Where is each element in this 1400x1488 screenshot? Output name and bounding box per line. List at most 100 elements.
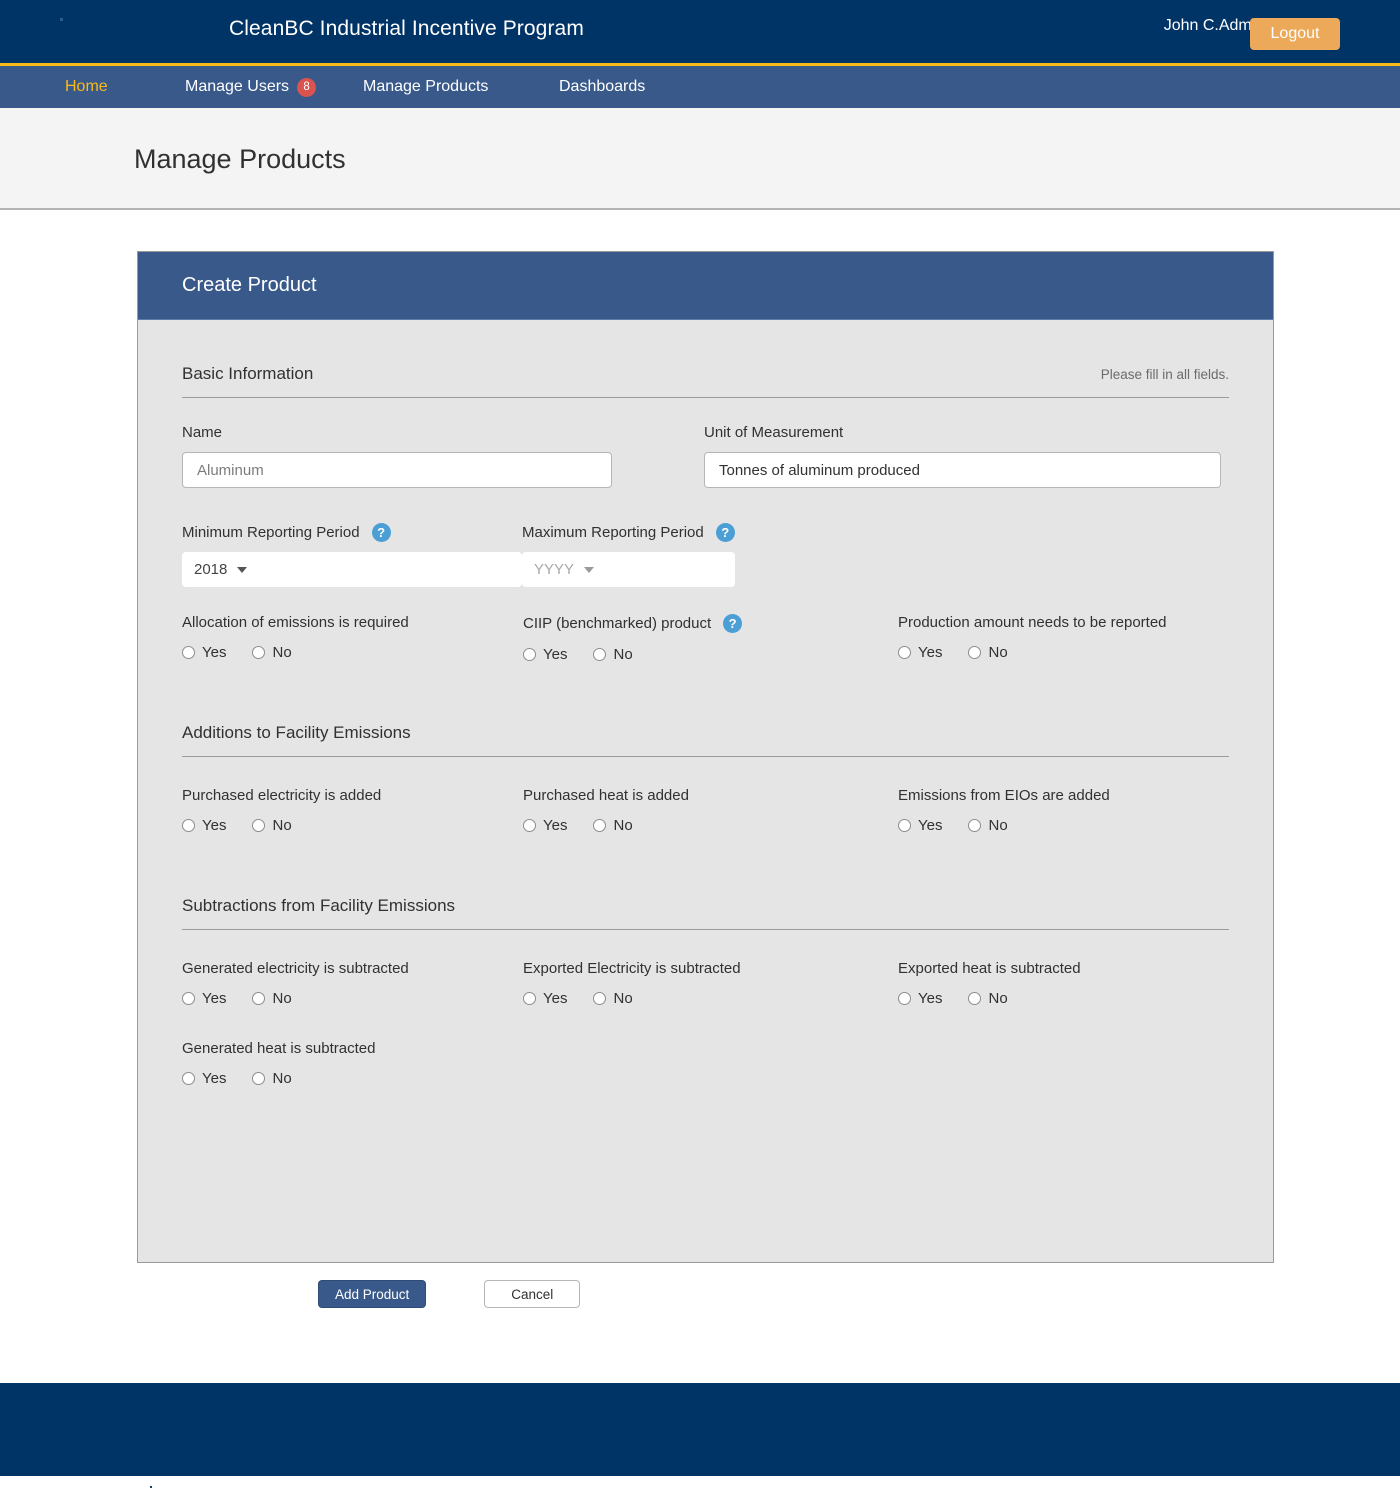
site-footer bbox=[0, 1383, 1400, 1488]
radio-purchased-electricity-no[interactable]: No bbox=[252, 817, 292, 834]
card-body: Basic Information Please fill in all fie… bbox=[138, 320, 1273, 1308]
name-input[interactable] bbox=[182, 452, 612, 488]
radio-purchased-electricity-yes[interactable]: Yes bbox=[182, 817, 226, 834]
nav-item-label: Home bbox=[65, 78, 108, 95]
radio-circle-icon bbox=[182, 819, 195, 832]
section-title: Subtractions from Facility Emissions bbox=[182, 896, 456, 915]
section-header: Subtractions from Facility Emissions bbox=[182, 896, 1229, 930]
radio-label: No bbox=[988, 817, 1008, 834]
section-additions: Additions to Facility Emissions Purchase… bbox=[182, 723, 1229, 834]
radio-group-label: Exported heat is subtracted bbox=[898, 960, 1081, 977]
radio-exported-electricity-no[interactable]: No bbox=[593, 990, 633, 1007]
unit-of-measurement-input[interactable] bbox=[704, 452, 1221, 488]
chevron-down-icon bbox=[584, 566, 595, 573]
section-title: Additions to Facility Emissions bbox=[182, 723, 411, 742]
nav-item-home[interactable]: Home bbox=[65, 78, 108, 96]
section-header: Basic Information Please fill in all fie… bbox=[182, 364, 1229, 398]
nav-item-label: Manage Products bbox=[363, 78, 489, 95]
radio-exported-heat-no[interactable]: No bbox=[968, 990, 1008, 1007]
nav-item-manage-products[interactable]: Manage Products bbox=[363, 78, 488, 96]
radio-circle-icon bbox=[252, 1072, 266, 1085]
help-question-icon[interactable]: ? bbox=[715, 523, 735, 542]
min-reporting-period-label-group: Minimum Reporting Period ? bbox=[182, 523, 522, 542]
radio-group-label: Production amount needs to be reported bbox=[898, 614, 1167, 631]
radio-allocation-yes[interactable]: Yes bbox=[182, 644, 226, 661]
radio-group-label: Exported Electricity is subtracted bbox=[523, 960, 741, 977]
min-reporting-period-value: 2018 bbox=[194, 561, 228, 578]
section-subtractions: Subtractions from Facility Emissions Gen… bbox=[182, 896, 1229, 1087]
radio-circle-icon bbox=[968, 646, 982, 659]
radio-production-yes[interactable]: Yes bbox=[898, 644, 942, 661]
radio-options: Yes No bbox=[523, 646, 898, 663]
radio-label: Yes bbox=[202, 817, 227, 834]
radio-label: Yes bbox=[543, 646, 568, 663]
add-product-button[interactable]: Add Product bbox=[318, 1280, 427, 1308]
nav-item-manage-users[interactable]: Manage Users 8 bbox=[185, 77, 317, 97]
radio-options: Yes No bbox=[182, 644, 523, 661]
radio-generated-electricity-yes[interactable]: Yes bbox=[182, 990, 226, 1007]
radio-group-purchased-heat: Purchased heat is added Yes No bbox=[523, 787, 898, 834]
radio-exported-heat-yes[interactable]: Yes bbox=[898, 990, 942, 1007]
max-reporting-period-label: Maximum Reporting Period bbox=[522, 524, 704, 541]
radio-ciip-yes[interactable]: Yes bbox=[523, 646, 567, 663]
min-reporting-period-select[interactable]: 2018 bbox=[182, 552, 522, 587]
additions-radio-row: Purchased electricity is added Yes No Pu… bbox=[182, 787, 1229, 834]
radio-exported-electricity-yes[interactable]: Yes bbox=[523, 990, 567, 1007]
radio-group-eio-emissions: Emissions from EIOs are added Yes No bbox=[898, 787, 1110, 834]
radio-options: Yes No bbox=[523, 817, 898, 834]
fill-all-fields-note: Please fill in all fields. bbox=[1100, 367, 1229, 382]
radio-eio-emissions-no[interactable]: No bbox=[968, 817, 1008, 834]
radio-group-label: CIIP (benchmarked) product bbox=[523, 615, 712, 632]
create-product-card: Create Product Basic Information Please … bbox=[137, 251, 1274, 1308]
radio-production-no[interactable]: No bbox=[968, 644, 1008, 661]
cancel-button[interactable]: Cancel bbox=[484, 1280, 581, 1308]
max-reporting-period-label-group: Maximum Reporting Period ? bbox=[522, 523, 735, 542]
site-title: CleanBC Industrial Incentive Program bbox=[229, 17, 584, 40]
radio-options: Yes No bbox=[898, 644, 1167, 661]
subtractions-radio-row-1: Generated electricity is subtracted Yes … bbox=[182, 960, 1229, 1007]
main-navigation: Home Manage Users 8 Manage Products Dash… bbox=[0, 66, 1400, 108]
help-question-icon[interactable]: ? bbox=[723, 614, 743, 633]
radio-label: Yes bbox=[918, 644, 943, 661]
radio-purchased-heat-no[interactable]: No bbox=[593, 817, 633, 834]
radio-group-label: Generated electricity is subtracted bbox=[182, 960, 409, 977]
content-area: Create Product Basic Information Please … bbox=[0, 210, 1400, 1328]
radio-label: No bbox=[613, 817, 633, 834]
nav-item-label: Manage Users bbox=[185, 78, 290, 95]
radio-circle-icon bbox=[523, 992, 536, 1005]
radio-options: Yes No bbox=[898, 817, 1110, 834]
nav-item-dashboards[interactable]: Dashboards bbox=[559, 78, 645, 96]
radio-circle-icon bbox=[898, 992, 911, 1005]
radio-circle-icon bbox=[593, 819, 607, 832]
radio-generated-heat-yes[interactable]: Yes bbox=[182, 1070, 226, 1087]
radio-label: No bbox=[988, 990, 1008, 1007]
reporting-period-row: Minimum Reporting Period ? 2018 Maximum … bbox=[182, 523, 1229, 587]
logout-button[interactable]: Logout bbox=[1250, 18, 1340, 50]
radio-allocation-no[interactable]: No bbox=[252, 644, 292, 661]
radio-circle-icon bbox=[898, 646, 911, 659]
page-title: Manage Products bbox=[134, 144, 346, 174]
subtractions-radio-row-2: Generated heat is subtracted Yes No bbox=[182, 1040, 1229, 1087]
radio-eio-emissions-yes[interactable]: Yes bbox=[898, 817, 942, 834]
unit-of-measurement-label: Unit of Measurement bbox=[704, 424, 844, 441]
radio-label: Yes bbox=[918, 990, 943, 1007]
radio-group-production-amount: Production amount needs to be reported Y… bbox=[898, 614, 1167, 663]
radio-label: No bbox=[613, 990, 633, 1007]
radio-purchased-heat-yes[interactable]: Yes bbox=[523, 817, 567, 834]
radio-circle-icon bbox=[182, 1072, 195, 1085]
radio-circle-icon bbox=[593, 648, 607, 661]
help-question-icon[interactable]: ? bbox=[371, 523, 391, 542]
max-reporting-period-select[interactable]: YYYY bbox=[522, 552, 735, 587]
radio-ciip-no[interactable]: No bbox=[593, 646, 633, 663]
radio-circle-icon bbox=[252, 992, 266, 1005]
card-header: Create Product bbox=[138, 252, 1273, 320]
min-reporting-period-label: Minimum Reporting Period bbox=[182, 524, 360, 541]
radio-label: No bbox=[272, 990, 292, 1007]
radio-label: No bbox=[272, 1070, 292, 1087]
name-unit-row: Name Unit of Measurement bbox=[182, 424, 1229, 488]
radio-group-label: Generated heat is subtracted bbox=[182, 1040, 376, 1057]
name-label: Name bbox=[182, 424, 223, 441]
radio-generated-electricity-no[interactable]: No bbox=[252, 990, 292, 1007]
radio-generated-heat-no[interactable]: No bbox=[252, 1070, 292, 1087]
radio-label: Yes bbox=[202, 990, 227, 1007]
